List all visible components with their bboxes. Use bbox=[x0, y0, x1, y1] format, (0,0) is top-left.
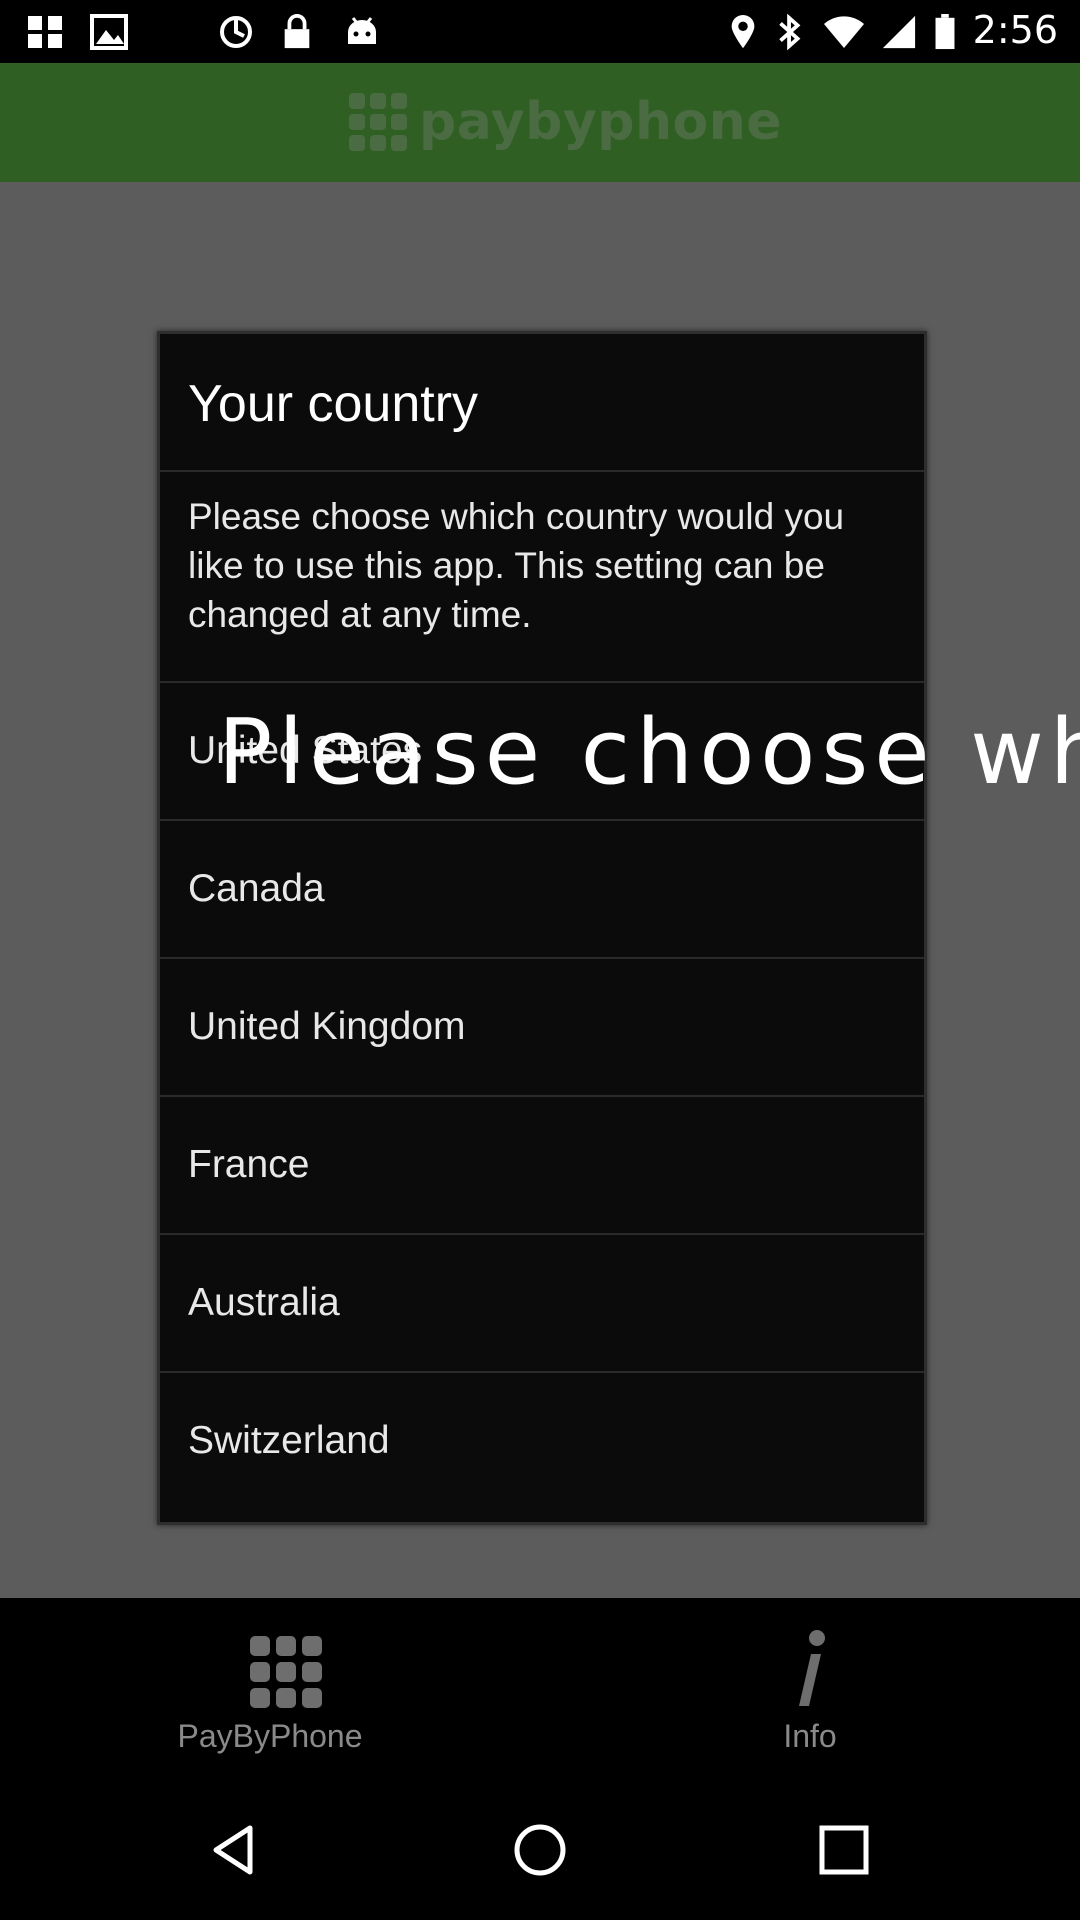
home-icon[interactable] bbox=[510, 1820, 570, 1880]
divider bbox=[160, 470, 924, 472]
country-option-label: Canada bbox=[188, 867, 325, 910]
location-icon bbox=[731, 14, 755, 49]
back-icon[interactable] bbox=[206, 1820, 266, 1880]
grid-icon bbox=[250, 1636, 322, 1708]
app-header: paybyphone bbox=[0, 63, 1080, 182]
country-option-label: Switzerland bbox=[188, 1419, 390, 1462]
country-option-label: Australia bbox=[188, 1281, 340, 1324]
country-dialog: Your country Please choose which country… bbox=[157, 331, 927, 1525]
wifi-icon bbox=[824, 16, 864, 48]
overlay-marquee-text: Please choose which country would you li… bbox=[218, 700, 1080, 805]
dialog-title: Your country bbox=[188, 375, 479, 433]
sync-icon bbox=[220, 16, 252, 48]
app-grid-icon bbox=[28, 16, 62, 48]
system-nav-bar bbox=[0, 1780, 1080, 1920]
status-time: 2:56 bbox=[972, 8, 1058, 52]
bottom-tab-bar: PayByPhone Info bbox=[0, 1598, 1080, 1780]
recents-icon[interactable] bbox=[814, 1820, 874, 1880]
country-option-canada[interactable]: Canada bbox=[160, 821, 924, 957]
tab-info-label: Info bbox=[783, 1718, 837, 1754]
dialog-message: Please choose which country would you li… bbox=[188, 496, 845, 635]
country-option-label: United Kingdom bbox=[188, 1005, 466, 1048]
tab-paybyphone-label: PayByPhone bbox=[177, 1718, 363, 1754]
country-option-label: France bbox=[188, 1143, 310, 1186]
battery-icon bbox=[935, 14, 955, 50]
info-icon bbox=[799, 1630, 825, 1706]
lock-icon bbox=[284, 14, 310, 49]
status-bar: 2:56 bbox=[0, 0, 1080, 63]
tab-info[interactable]: Info bbox=[540, 1598, 1080, 1780]
image-icon bbox=[90, 14, 128, 50]
android-icon bbox=[348, 17, 376, 44]
country-option-france[interactable]: France bbox=[160, 1097, 924, 1233]
logo-text: paybyphone bbox=[419, 92, 782, 152]
paybyphone-logo: paybyphone bbox=[349, 91, 782, 153]
tab-paybyphone[interactable]: PayByPhone bbox=[0, 1598, 540, 1780]
country-option-united-kingdom[interactable]: United Kingdom bbox=[160, 959, 924, 1095]
country-option-switzerland[interactable]: Switzerland bbox=[160, 1373, 924, 1509]
country-option-australia[interactable]: Australia bbox=[160, 1235, 924, 1371]
logo-grid-icon bbox=[349, 93, 407, 151]
signal-icon bbox=[882, 15, 916, 49]
bluetooth-icon bbox=[779, 14, 801, 50]
